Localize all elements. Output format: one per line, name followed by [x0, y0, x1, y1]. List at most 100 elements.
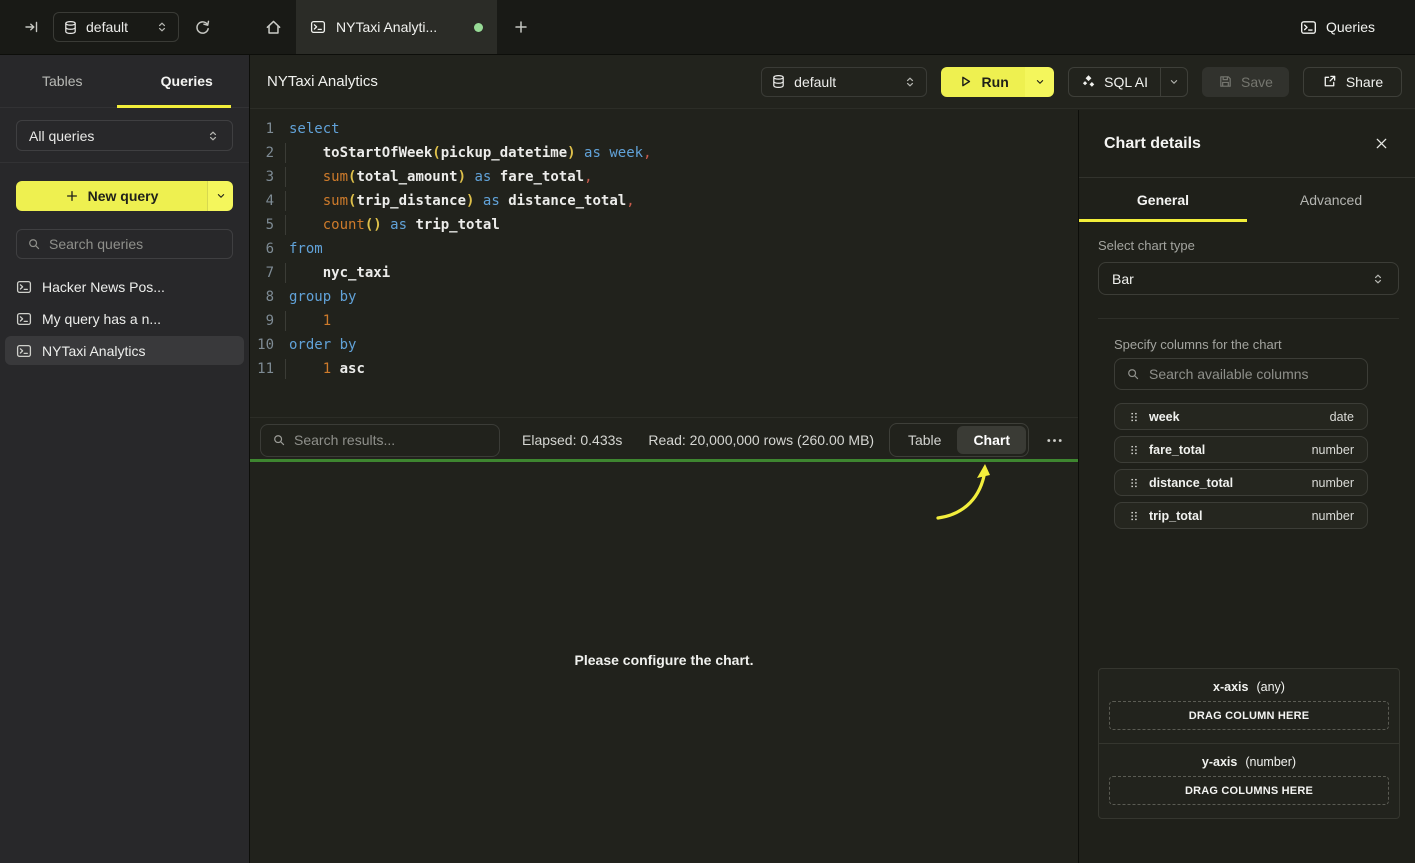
tab-strip: NYTaxi Analyti...: [250, 0, 545, 54]
run-button[interactable]: Run: [941, 67, 1054, 97]
topbar-database-selector[interactable]: default: [53, 12, 179, 42]
columns-search[interactable]: [1114, 358, 1368, 390]
drag-handle-icon[interactable]: [1128, 510, 1140, 522]
query-list-item[interactable]: Hacker News Pos...: [5, 272, 244, 301]
share-button[interactable]: Share: [1303, 67, 1402, 97]
code-line[interactable]: 6from: [250, 237, 1078, 261]
new-query-button[interactable]: New query: [16, 181, 233, 211]
code-content: toStartOfWeek(pickup_datetime) as week,: [285, 141, 652, 165]
save-button[interactable]: Save: [1202, 67, 1289, 97]
panel-divider: [1098, 318, 1399, 319]
code-token: asc: [340, 361, 365, 377]
code-line[interactable]: 10order by: [250, 333, 1078, 357]
code-token: trip_distance: [356, 193, 466, 209]
code-token: 1: [323, 361, 331, 377]
sidebar-tab-tables[interactable]: Tables: [0, 55, 125, 107]
tab-nytaxi-analytics[interactable]: NYTaxi Analyti...: [296, 0, 497, 54]
indent-spaces: [289, 145, 323, 161]
panel-tabs: General Advanced: [1079, 177, 1415, 222]
columns-section-label: Specify columns for the chart: [1114, 337, 1368, 352]
elapsed-stat: Elapsed: 0.433s: [522, 432, 622, 448]
results-search[interactable]: [260, 424, 500, 457]
indent-spaces: [289, 169, 323, 185]
code-token: pickup_datetime: [441, 145, 567, 161]
code-line[interactable]: 3 sum(total_amount) as fare_total,: [250, 165, 1078, 189]
code-content: nyc_taxi: [285, 261, 390, 285]
sql-ai-button[interactable]: SQL AI: [1068, 67, 1188, 97]
column-type: number: [1312, 509, 1354, 523]
sql-ai-dropdown[interactable]: [1160, 68, 1187, 96]
more-options-icon[interactable]: [1045, 431, 1064, 450]
drag-handle-icon[interactable]: [1128, 444, 1140, 456]
toolbar-actions: default Run SQL AI: [761, 67, 1402, 97]
column-chip-week[interactable]: week date: [1114, 403, 1368, 430]
collapse-sidebar-icon[interactable]: [24, 19, 40, 35]
save-label: Save: [1241, 74, 1273, 90]
code-line[interactable]: 7 nyc_taxi: [250, 261, 1078, 285]
chevron-updown-icon: [155, 20, 169, 34]
view-toggle-chart[interactable]: Chart: [957, 426, 1026, 454]
sidebar-tab-queries[interactable]: Queries: [125, 55, 250, 107]
code-line[interactable]: 5 count() as trip_total: [250, 213, 1078, 237]
query-list-item[interactable]: My query has a n...: [5, 304, 244, 333]
panel-tab-general[interactable]: General: [1079, 178, 1247, 222]
close-icon[interactable]: [1374, 136, 1389, 151]
toolbar-database-selector[interactable]: default: [761, 67, 927, 97]
panel-tab-advanced[interactable]: Advanced: [1247, 178, 1415, 222]
code-content: 1 asc: [285, 357, 365, 381]
column-chip-fare-total[interactable]: fare_total number: [1114, 436, 1368, 463]
drag-handle-icon[interactable]: [1128, 411, 1140, 423]
chart-type-select[interactable]: Bar: [1098, 262, 1399, 295]
x-axis-drop-zone[interactable]: DRAG COLUMN HERE: [1109, 701, 1389, 730]
sidebar-search[interactable]: [16, 229, 233, 259]
line-number: 2: [250, 141, 274, 165]
new-query-main[interactable]: New query: [16, 181, 207, 211]
code-token: week: [609, 145, 643, 161]
database-selector-value: default: [86, 19, 128, 35]
database-selector-value: default: [794, 74, 836, 90]
code-line[interactable]: 4 sum(trip_distance) as distance_total,: [250, 189, 1078, 213]
drag-handle-icon[interactable]: [1128, 477, 1140, 489]
sql-ai-main[interactable]: SQL AI: [1069, 68, 1160, 96]
code-line[interactable]: 1select: [250, 117, 1078, 141]
view-toggle-table[interactable]: Table: [892, 426, 957, 454]
query-filter-select[interactable]: All queries: [16, 120, 233, 151]
indent-spaces: [289, 193, 323, 209]
sparkle-icon: [1081, 74, 1096, 89]
search-columns-input[interactable]: [1149, 366, 1356, 382]
line-number: 4: [250, 189, 274, 213]
code-line[interactable]: 9 1: [250, 309, 1078, 333]
code-content: from: [285, 237, 323, 261]
new-tab-button[interactable]: [497, 0, 545, 54]
queries-button[interactable]: Queries: [1300, 19, 1375, 36]
console-icon: [16, 279, 32, 295]
indent-guide: [285, 311, 286, 331]
query-list-item-selected[interactable]: NYTaxi Analytics: [5, 336, 244, 365]
code-line[interactable]: 2 toStartOfWeek(pickup_datetime) as week…: [250, 141, 1078, 165]
code-token: trip_total: [415, 217, 499, 233]
panel-tab-label: Advanced: [1300, 192, 1362, 208]
panel-content: Select chart type Bar Specify columns fo…: [1079, 222, 1415, 529]
new-query-dropdown[interactable]: [207, 181, 233, 211]
refresh-icon[interactable]: [194, 19, 211, 36]
line-number: 7: [250, 261, 274, 285]
run-button-main[interactable]: Run: [941, 67, 1025, 97]
code-token: (: [432, 145, 440, 161]
topbar-left: default: [0, 0, 250, 54]
search-results-input[interactable]: [294, 432, 488, 448]
console-icon: [16, 343, 32, 359]
code-token: from: [289, 241, 323, 257]
column-chip-distance-total[interactable]: distance_total number: [1114, 469, 1368, 496]
code-token: sum: [323, 169, 348, 185]
code-content: group by: [285, 285, 356, 309]
y-axis-type-hint: (number): [1245, 755, 1296, 769]
run-dropdown[interactable]: [1025, 67, 1054, 97]
home-tab[interactable]: [250, 0, 296, 54]
column-chip-trip-total[interactable]: trip_total number: [1114, 502, 1368, 529]
sql-editor[interactable]: 1select2 toStartOfWeek(pickup_datetime) …: [250, 110, 1078, 417]
axis-config-card: x-axis (any) DRAG COLUMN HERE y-axis (nu…: [1098, 668, 1400, 819]
y-axis-drop-zone[interactable]: DRAG COLUMNS HERE: [1109, 776, 1389, 805]
code-line[interactable]: 8group by: [250, 285, 1078, 309]
search-queries-input[interactable]: [49, 236, 222, 252]
code-line[interactable]: 11 1 asc: [250, 357, 1078, 381]
